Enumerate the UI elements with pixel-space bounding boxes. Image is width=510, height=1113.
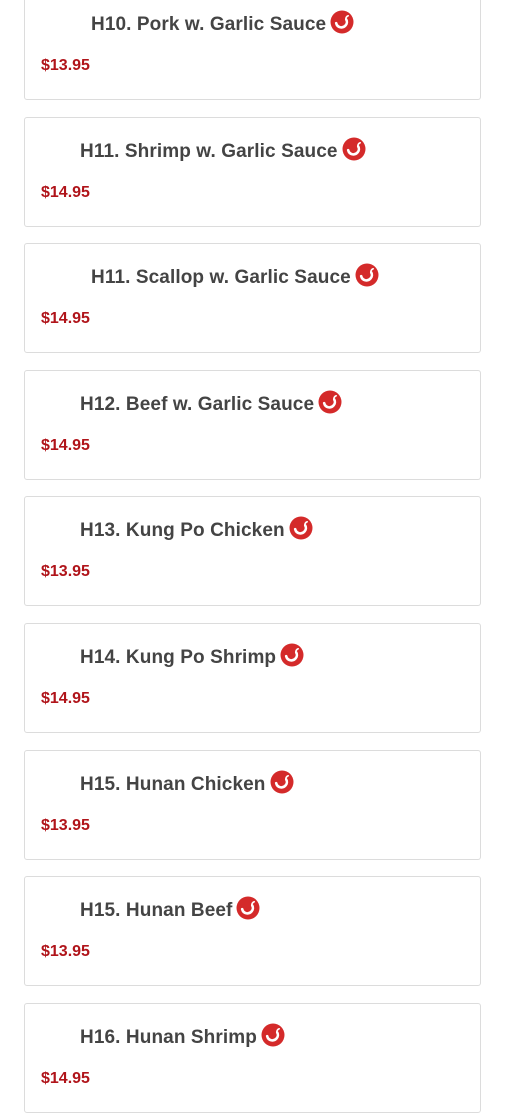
menu-item-card[interactable]: H11. Shrimp w. Garlic Sauce $14.95 — [24, 117, 481, 227]
menu-item-title: H12. Beef w. Garlic Sauce — [80, 390, 342, 417]
menu-item-card[interactable]: H14. Kung Po Shrimp $14.95 — [24, 623, 481, 733]
menu-item-title: H13. Kung Po Chicken — [80, 516, 313, 543]
menu-item-price: $14.95 — [41, 310, 90, 327]
menu-item-title: H10. Pork w. Garlic Sauce — [91, 10, 354, 37]
chili-pepper-icon — [318, 390, 342, 414]
menu-item-card[interactable]: H16. Hunan Shrimp $14.95 — [24, 1003, 481, 1113]
menu-item-price: $13.95 — [41, 943, 90, 960]
menu-item-name: H10. Pork w. Garlic Sauce — [91, 14, 327, 35]
menu-item-price: $14.95 — [41, 437, 90, 454]
menu-item-card[interactable]: H11. Scallop w. Garlic Sauce $14.95 — [24, 243, 481, 353]
menu-item-name: H14. Kung Po Shrimp — [80, 647, 277, 668]
menu-item-card[interactable]: H10. Pork w. Garlic Sauce $13.95 — [24, 0, 481, 100]
menu-item-price: $14.95 — [41, 184, 90, 201]
menu-item-name: H15. Hunan Chicken — [80, 774, 266, 795]
menu-item-price: $13.95 — [41, 817, 90, 834]
chili-pepper-icon — [355, 263, 379, 287]
menu-item-title: H11. Scallop w. Garlic Sauce — [91, 263, 379, 290]
menu-item-price: $13.95 — [41, 563, 90, 580]
menu-item-price: $13.95 — [41, 57, 90, 74]
chili-pepper-icon — [270, 770, 294, 794]
menu-item-price: $14.95 — [41, 690, 90, 707]
menu-item-name: H11. Scallop w. Garlic Sauce — [91, 267, 351, 288]
chili-pepper-icon — [330, 10, 354, 34]
menu-item-name: H15. Hunan Beef — [80, 900, 233, 921]
menu-item-card[interactable]: H15. Hunan Beef $13.95 — [24, 876, 481, 986]
chili-pepper-icon — [280, 643, 304, 667]
chili-pepper-icon — [236, 896, 260, 920]
menu-item-card[interactable]: H13. Kung Po Chicken $13.95 — [24, 496, 481, 606]
chili-pepper-icon — [261, 1023, 285, 1047]
menu-item-title: H11. Shrimp w. Garlic Sauce — [80, 137, 366, 164]
menu-item-title: H15. Hunan Chicken — [80, 770, 294, 797]
chili-pepper-icon — [289, 516, 313, 540]
menu-item-title: H16. Hunan Shrimp — [80, 1023, 285, 1050]
menu-item-title: H15. Hunan Beef — [80, 896, 260, 923]
menu-item-name: H13. Kung Po Chicken — [80, 520, 285, 541]
menu-item-card[interactable]: H12. Beef w. Garlic Sauce $14.95 — [24, 370, 481, 480]
chili-pepper-icon — [342, 137, 366, 161]
menu-item-card[interactable]: H15. Hunan Chicken $13.95 — [24, 750, 481, 860]
menu-item-name: H11. Shrimp w. Garlic Sauce — [80, 141, 338, 162]
menu-item-price: $14.95 — [41, 1070, 90, 1087]
menu-item-name: H12. Beef w. Garlic Sauce — [80, 394, 315, 415]
menu-item-name: H16. Hunan Shrimp — [80, 1027, 257, 1048]
menu-item-title: H14. Kung Po Shrimp — [80, 643, 304, 670]
